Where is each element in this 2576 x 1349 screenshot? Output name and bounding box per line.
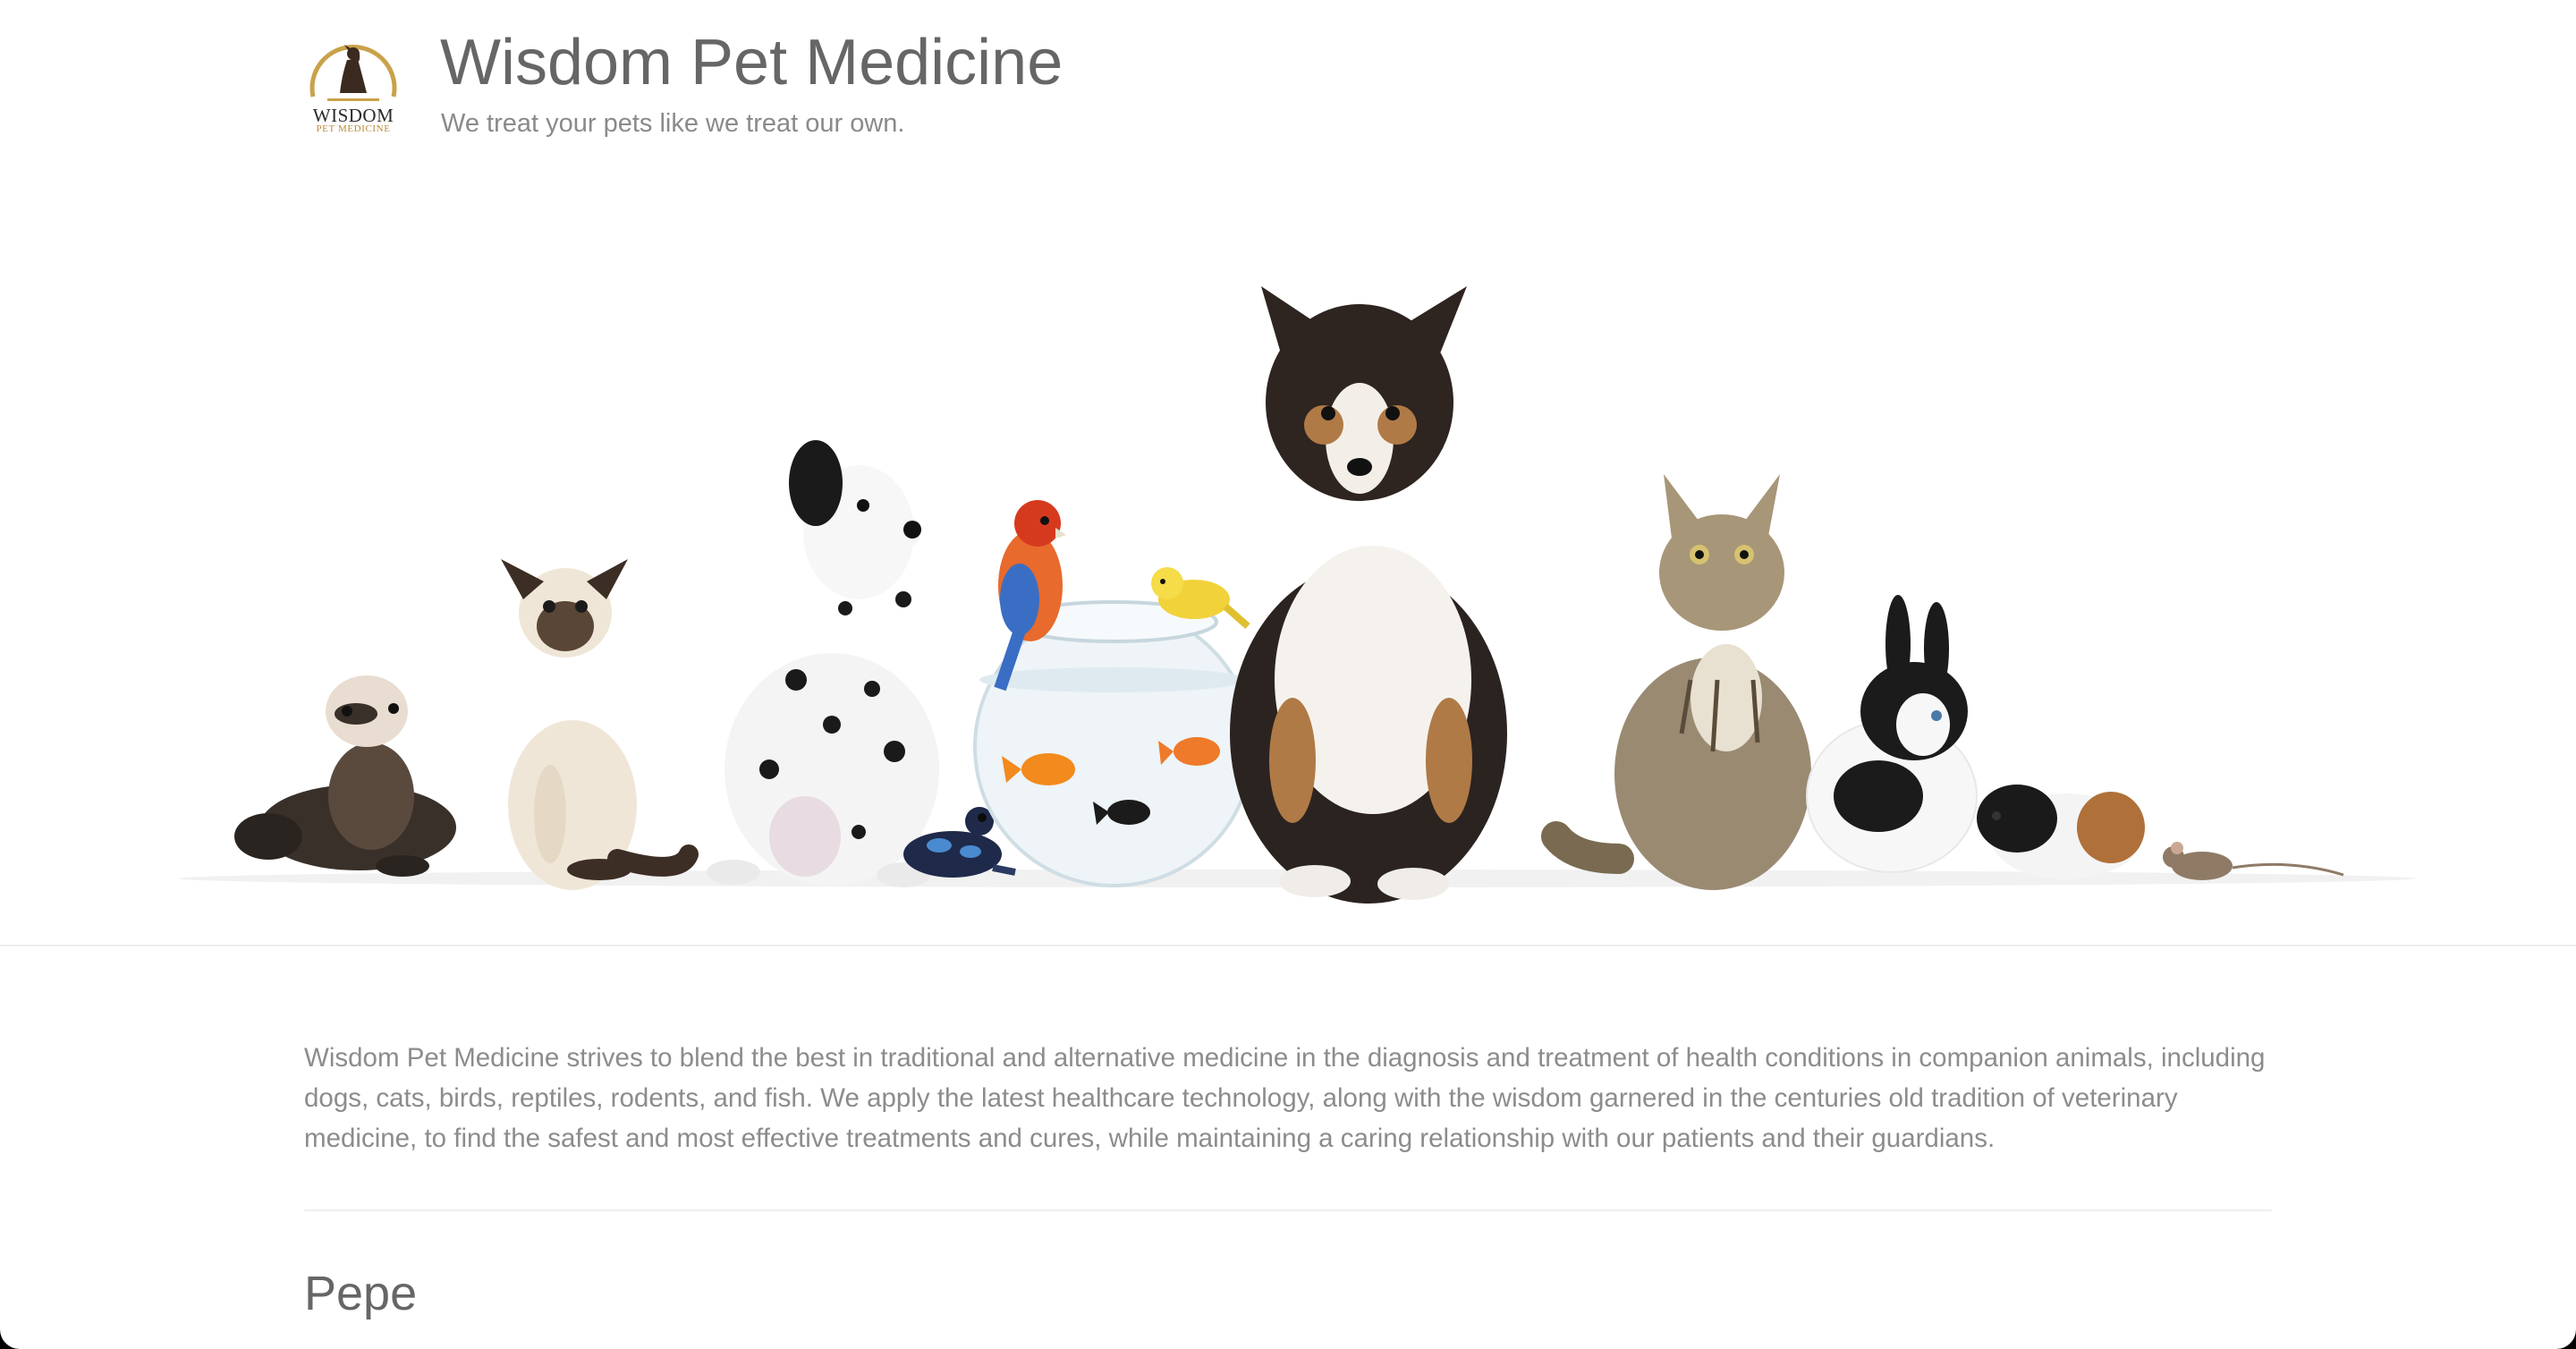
- section-divider: [304, 1209, 2272, 1211]
- intro-paragraph: Wisdom Pet Medicine strives to blend the…: [304, 1043, 2266, 1153]
- ferret-illustration: [234, 675, 456, 877]
- logo-wordmark: WISDOM: [312, 105, 394, 126]
- site-title[interactable]: Wisdom Pet Medicine: [440, 27, 1063, 98]
- site-logo[interactable]: WISDOM PET MEDICINE: [304, 27, 402, 143]
- maine-coon-cat-illustration: [1541, 474, 1811, 890]
- site-tagline: We treat your pets like we treat our own…: [441, 109, 905, 138]
- page: WISDOM PET MEDICINE Wisdom Pet Medicine …: [0, 0, 2576, 1349]
- guinea-pig-illustration: [1977, 785, 2145, 879]
- logo-subtext: PET MEDICINE: [316, 123, 391, 134]
- rabbit-illustration: [1806, 595, 1978, 873]
- site-header: WISDOM PET MEDICINE Wisdom Pet Medicine …: [304, 27, 1556, 143]
- hero-image: [0, 179, 2576, 946]
- collie-illustration: [1230, 286, 1507, 904]
- logo-emblem-icon: [309, 45, 397, 101]
- dalmatian-illustration: [707, 440, 939, 887]
- siamese-cat-illustration: [501, 559, 699, 890]
- section-heading: Pepe: [304, 1267, 418, 1320]
